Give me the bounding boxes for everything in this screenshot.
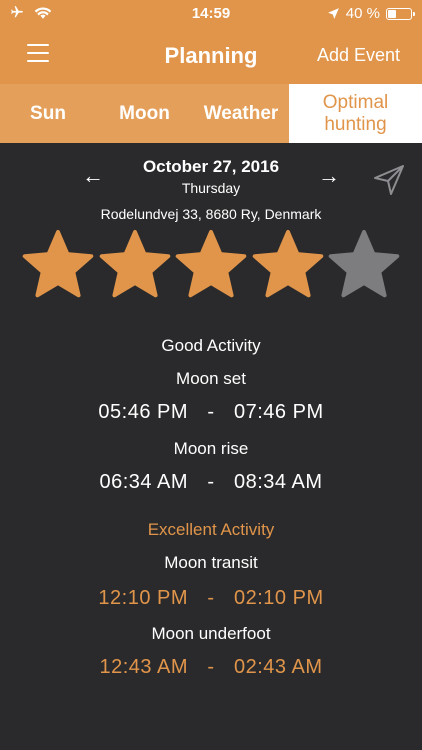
date-selector: ← October 27, 2016 Thursday → [0,155,422,201]
selected-date: October 27, 2016 [142,157,280,176]
tab-weather[interactable]: Weather [193,84,289,143]
moon-set-label: Moon set [176,369,246,388]
moon-rise-start: 06:34 AM [99,471,188,493]
tab-bar: Sun Moon Weather Optimal hunting [0,84,422,143]
moon-underfoot-sep: - [207,656,215,678]
battery-percent: 40 % [345,5,380,22]
star-icon-filled [175,230,247,298]
moon-rise-times: 06:34 AM -08:34 AM [0,471,422,494]
battery-fill [388,9,397,18]
tab-optimal-hunting[interactable]: Optimal hunting [289,84,422,143]
moon-underfoot-label: Moon underfoot [151,624,271,643]
moon-underfoot-start: 12:43 AM [99,656,188,678]
moon-transit-start: 12:10 PM [98,587,188,609]
moon-rise-label: Moon rise [173,439,249,458]
battery-icon [386,7,415,20]
moon-transit-label: Moon transit [164,553,258,572]
moon-set-times: 05:46 PM -07:46 PM [0,401,422,424]
moon-rise-sep: - [207,471,215,493]
good-activity-heading: Good Activity [161,336,261,355]
next-day-button[interactable]: → [318,163,340,189]
star-icon-filled [22,230,94,298]
tab-sun[interactable]: Sun [0,84,96,143]
moon-rise-end: 08:34 AM [234,471,323,493]
nav-bar: Planning Add Event [0,28,422,84]
selected-weekday: Thursday [181,180,241,196]
star-icon-filled [252,230,323,298]
moon-transit-sep: - [207,587,215,609]
moon-underfoot-end: 02:43 AM [234,656,323,678]
moon-transit-end: 02:10 PM [234,587,324,609]
location-address: Rodelundvej 33, 8680 Ry, Denmark [100,206,322,222]
activity-rating [22,229,402,301]
location-arrow-icon [327,8,339,19]
star-icon-filled [99,230,170,298]
tab-moon[interactable]: Moon [96,84,193,143]
status-bar: 14:59 40 % [0,0,422,28]
star-icon-empty [328,230,400,298]
moon-transit-times: 12:10 PM -02:10 PM [0,587,422,610]
excellent-activity-heading: Excellent Activity [147,520,275,539]
moon-underfoot-times: 12:43 AM -02:43 AM [0,656,422,679]
send-location-icon[interactable] [372,163,406,197]
moon-set-end: 07:46 PM [234,401,324,423]
moon-set-start: 05:46 PM [98,401,188,423]
moon-set-sep: - [207,401,215,423]
add-event-button[interactable]: Add Event [317,45,400,66]
